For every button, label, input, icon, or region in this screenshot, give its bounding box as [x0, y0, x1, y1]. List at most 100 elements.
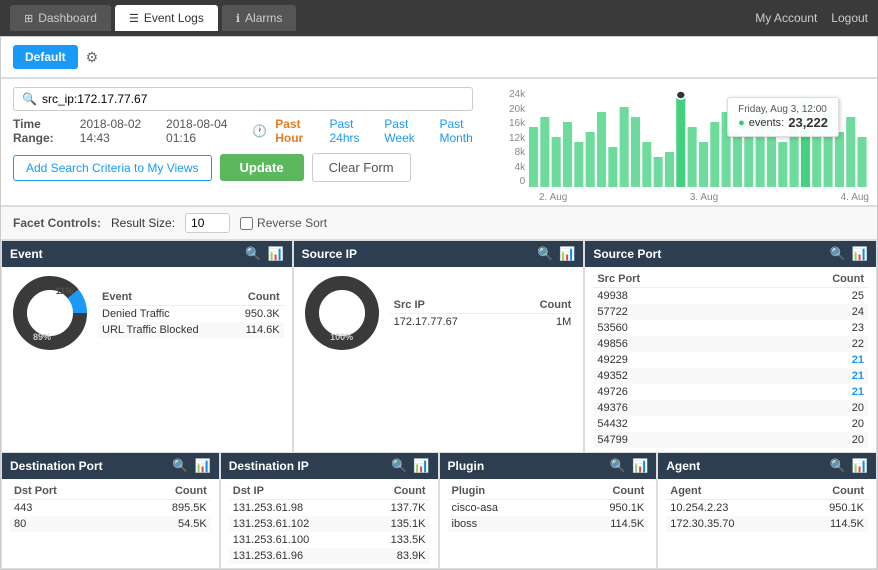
x-label-aug4: 4. Aug: [841, 192, 869, 203]
table-row: 4937620: [593, 400, 868, 416]
tab-alarms[interactable]: ℹ Alarms: [222, 5, 297, 31]
plugin-search-icon[interactable]: 🔍: [610, 458, 626, 474]
tab-eventlogs-label: Event Logs: [144, 11, 204, 25]
nav-tabs: ⊞ Dashboard ☰ Event Logs ℹ Alarms: [10, 5, 296, 31]
dst-ip-col-ip: Dst IP: [229, 483, 362, 500]
time-row: Time Range: 2018-08-02 14:43 2018-08-04 …: [13, 117, 489, 145]
past-hour-link[interactable]: Past Hour: [275, 117, 321, 145]
dst-port-col-count: Count: [119, 483, 211, 500]
event-chart-icon[interactable]: 📊: [267, 246, 283, 262]
agent-col-count: Count: [793, 483, 868, 500]
facet-controls: Facet Controls: Result Size: Reverse Sor…: [1, 206, 877, 240]
event-search-icon[interactable]: 🔍: [245, 246, 261, 262]
plugin-card: Plugin 🔍 📊 Plugin Count: [440, 453, 658, 568]
source-port-header: Source Port 🔍 📊: [585, 241, 876, 267]
src-ip-row1-count: 1M: [509, 313, 575, 330]
source-port-body: Src Port Count 4993825 5772224 5356023 4…: [585, 267, 876, 452]
agent-card: Agent 🔍 📊 Agent Count: [658, 453, 876, 568]
reverse-sort-text: Reverse Sort: [257, 216, 327, 230]
event-donut-11: 11%: [56, 286, 74, 296]
agent-title: Agent: [666, 459, 700, 473]
my-account-link[interactable]: My Account: [755, 11, 817, 25]
event-card-icons: 🔍 📊: [245, 246, 283, 262]
y-label-16k: 16k: [509, 118, 525, 129]
tab-dashboard[interactable]: ⊞ Dashboard: [10, 5, 111, 31]
event-donut: 11% 89%: [10, 273, 90, 353]
event-col-count: Count: [230, 289, 284, 306]
source-ip-body: 100% Src IP Count 172.17.77.67: [294, 267, 584, 359]
past-month-link[interactable]: Past Month: [439, 117, 489, 145]
source-ip-icons: 🔍 📊: [537, 246, 575, 262]
logout-link[interactable]: Logout: [831, 11, 868, 25]
clear-form-button[interactable]: Clear Form: [312, 153, 411, 182]
gear-icon[interactable]: ⚙: [86, 49, 99, 66]
tooltip-label: events:: [749, 117, 784, 129]
dst-port-card: Destination Port 🔍 📊 Dst Port Count: [2, 453, 220, 568]
dst-ip-icons: 🔍 📊: [391, 458, 429, 474]
source-port-icons: 🔍 📊: [830, 246, 868, 262]
y-axis: 24k 20k 16k 12k 8k 4k 0: [509, 87, 529, 187]
dst-ip-search-icon[interactable]: 🔍: [391, 458, 407, 474]
add-search-button[interactable]: Add Search Criteria to My Views: [13, 155, 212, 181]
src-port-chart-icon[interactable]: 📊: [852, 246, 868, 262]
update-button[interactable]: Update: [220, 154, 304, 181]
default-button[interactable]: Default: [13, 45, 78, 69]
plugin-col-plugin: Plugin: [448, 483, 560, 500]
table-row: 443895.5K: [10, 500, 211, 517]
src-port-col-count: Count: [747, 271, 868, 288]
src-ip-chart-icon[interactable]: 📊: [559, 246, 575, 262]
dst-port-search-icon[interactable]: 🔍: [172, 458, 188, 474]
src-ip-donut: 100%: [302, 273, 382, 353]
agent-table: Agent Count 10.254.2.23950.1K 172.30.35.…: [666, 483, 868, 532]
event-row1-name: Denied Traffic: [98, 305, 230, 322]
bottom-cards: Destination Port 🔍 📊 Dst Port Count: [1, 453, 877, 569]
search-input[interactable]: [42, 92, 464, 106]
tab-event-logs[interactable]: ☰ Event Logs: [115, 5, 218, 31]
table-row: 4985622: [593, 336, 868, 352]
dst-ip-title: Destination IP: [229, 459, 309, 473]
plugin-chart-icon[interactable]: 📊: [632, 458, 648, 474]
time-to: 2018-08-04 01:16: [166, 117, 246, 145]
reverse-sort-label: Reverse Sort: [240, 216, 327, 230]
search-chart-section: 🔍 Time Range: 2018-08-02 14:43 2018-08-0…: [1, 79, 877, 206]
source-port-card: Source Port 🔍 📊 Src Port Count: [585, 241, 876, 453]
search-row: 🔍: [13, 87, 489, 111]
x-label-aug2: 2. Aug: [539, 192, 567, 203]
dst-ip-body: Dst IP Count 131.253.61.98137.7K 131.253…: [221, 479, 438, 568]
nav-right: My Account Logout: [755, 11, 868, 25]
dst-ip-chart-icon[interactable]: 📊: [413, 458, 429, 474]
agent-chart-icon[interactable]: 📊: [852, 458, 868, 474]
event-row1-count: 950.3K: [230, 305, 284, 322]
dst-port-icons: 🔍 📊: [172, 458, 210, 474]
src-port-search-icon[interactable]: 🔍: [830, 246, 846, 262]
table-row: 5356023: [593, 320, 868, 336]
table-row: 10.254.2.23950.1K: [666, 500, 868, 517]
result-size-input[interactable]: [185, 213, 230, 233]
tooltip-value: 23,222: [788, 115, 828, 130]
table-row: 131.253.61.100133.5K: [229, 532, 430, 548]
reverse-sort-checkbox[interactable]: [240, 217, 253, 230]
plugin-table: Plugin Count cisco-asa950.1K iboss114.5K: [448, 483, 649, 532]
src-ip-row1-ip: 172.17.77.67: [390, 313, 510, 330]
past-24hrs-link[interactable]: Past 24hrs: [329, 117, 376, 145]
table-row: 4972621: [593, 384, 868, 400]
search-icon: 🔍: [22, 92, 37, 106]
src-port-col-port: Src Port: [593, 271, 747, 288]
y-label-4k: 4k: [515, 162, 526, 173]
plugin-title: Plugin: [448, 459, 485, 473]
clock-icon: 🕐: [252, 124, 267, 138]
src-ip-search-icon[interactable]: 🔍: [537, 246, 553, 262]
src-ip-table: Src IP Count 172.17.77.67 1M: [390, 297, 576, 330]
table-row: 131.253.61.9683.9K: [229, 548, 430, 564]
past-week-link[interactable]: Past Week: [384, 117, 431, 145]
agent-search-icon[interactable]: 🔍: [830, 458, 846, 474]
tooltip-dot: ●: [738, 117, 745, 129]
time-range-label: Time Range:: [13, 117, 74, 145]
event-donut-89: 89%: [33, 332, 51, 342]
src-ip-col-ip: Src IP: [390, 297, 510, 314]
search-panel: 🔍 Time Range: 2018-08-02 14:43 2018-08-0…: [1, 79, 501, 205]
time-from: 2018-08-02 14:43: [80, 117, 160, 145]
chart-tooltip: Friday, Aug 3, 12:00 ● events: 23,222: [727, 97, 839, 137]
dst-ip-card: Destination IP 🔍 📊 Dst IP Count: [221, 453, 439, 568]
dst-port-chart-icon[interactable]: 📊: [195, 458, 211, 474]
